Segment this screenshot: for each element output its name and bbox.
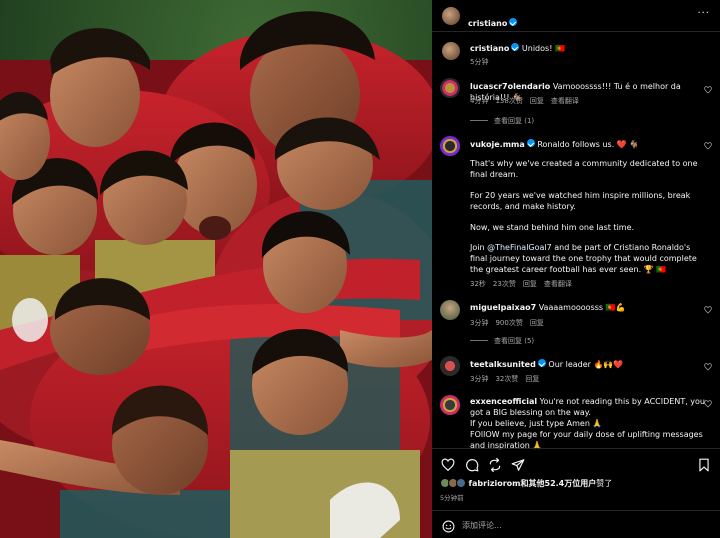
verified-icon [509,18,518,26]
comment-meta: 3分钟 900次赞 回复 [470,318,551,328]
comment-likes[interactable]: 138次赞 [495,97,522,105]
comment-avatar[interactable] [440,356,460,376]
heart-icon[interactable] [704,86,712,94]
comment-avatar[interactable] [440,300,460,320]
comment-item: vukoje.mma Ronaldo follows us. ❤️ 🐐 [470,139,708,150]
comment-username[interactable]: lucascr7olendario [470,82,550,91]
mention-link[interactable]: @TheFinalGoal7 [487,243,552,252]
comment-likes[interactable]: 23次赞 [493,280,516,288]
post-header: cristiano ··· [432,0,720,32]
comment-paragraph: If you believe, just type Amen 🙏 [470,419,603,428]
author-avatar[interactable] [442,7,460,25]
comment-meta: 32秒 23次赞 回复 查看翻译 [470,279,579,289]
reply-button[interactable]: 回复 [525,375,539,383]
comment-time: 3分钟 [470,375,489,383]
comment-time: 32秒 [470,280,486,288]
comment-text: Join [470,243,488,252]
caption: cristiano Unidos! 🇵🇹 [470,43,565,54]
heart-icon[interactable] [704,400,712,408]
heart-icon[interactable] [704,306,712,314]
comment-icon[interactable] [465,457,479,472]
likes-count[interactable]: 和其他52.4万位用户 [521,479,597,488]
likes-summary: fabriziorom和其他52.4万位用户赞了 [440,478,612,489]
comment-avatar[interactable] [440,136,460,156]
comment-paragraph: For 20 years we've watched him inspire m… [470,191,691,211]
verified-icon [526,139,535,147]
comment-paragraph: Join @TheFinalGoal7 and be part of Crist… [470,242,704,275]
comment-text: Vaaaamoooosss 🇵🇹💪 [538,303,626,312]
action-bar [432,448,720,478]
author-username[interactable]: cristiano [468,19,507,28]
share-icon[interactable] [488,457,502,472]
more-options-icon[interactable]: ··· [697,8,710,19]
comment-likes[interactable]: 32次赞 [495,375,518,383]
caption-avatar[interactable] [442,42,460,60]
send-icon[interactable] [511,457,525,471]
verified-icon [511,43,520,51]
post-detail-panel: cristiano ··· cristiano Unidos! 🇵🇹 5分钟 l… [432,0,720,538]
view-replies-button[interactable]: 查看回复 (5) [470,336,534,346]
comment-item: teetalksunited Our leader 🔥🙌❤️ [470,359,708,370]
save-icon[interactable] [697,457,711,472]
reply-button[interactable]: 回复 [530,319,544,327]
comment-meta: 3分钟 32次赞 回复 [470,374,546,384]
comment-likes[interactable]: 900次赞 [495,319,522,327]
comment-paragraph: Now, we stand behind him one last time. [470,223,635,232]
post-time: 5分钟前 [440,494,464,502]
translate-button[interactable]: 查看翻译 [551,97,579,105]
heart-icon[interactable] [704,363,712,371]
comment-input[interactable] [462,517,707,533]
comment-text: Our leader 🔥🙌❤️ [548,360,624,369]
view-replies-button[interactable]: 查看回复 (1) [470,116,534,126]
post-photo[interactable] [0,0,432,538]
comment-username[interactable]: exxenceofficial [470,397,537,406]
caption-username[interactable]: cristiano [470,44,509,53]
comment-meta: 4分钟 138次赞 回复 查看翻译 [470,96,586,106]
comment-text: Ronaldo follows us. ❤️ 🐐 [537,140,640,149]
comment-avatar[interactable] [440,395,460,415]
comment-time: 3分钟 [470,319,489,327]
comment-time: 4分钟 [470,97,489,105]
celebration-photo [0,0,432,538]
comment-avatar[interactable] [440,78,460,98]
liker-username[interactable]: fabriziorom [469,479,521,488]
emoji-icon[interactable] [442,518,455,533]
comment-paragraph: That's why we've created a community ded… [470,159,698,179]
caption-time: 5分钟 [470,58,489,66]
add-comment-bar [432,510,720,538]
reply-button[interactable]: 回复 [530,97,544,105]
likes-suffix: 赞了 [596,479,613,488]
comment-item: exxenceofficial You're not reading this … [470,396,708,418]
liker-avatars[interactable] [440,478,466,488]
verified-icon [537,359,546,367]
comment-username[interactable]: vukoje.mma [470,140,525,149]
like-icon[interactable] [441,457,455,472]
comment-username[interactable]: teetalksunited [470,360,536,369]
comment-username[interactable]: miguelpaixao7 [470,303,536,312]
translate-button[interactable]: 查看翻译 [544,280,572,288]
comment-item: miguelpaixao7 Vaaaamoooosss 🇵🇹💪 [470,302,708,313]
caption-text: Unidos! 🇵🇹 [521,44,565,53]
reply-button[interactable]: 回复 [523,280,537,288]
heart-icon[interactable] [704,142,712,150]
